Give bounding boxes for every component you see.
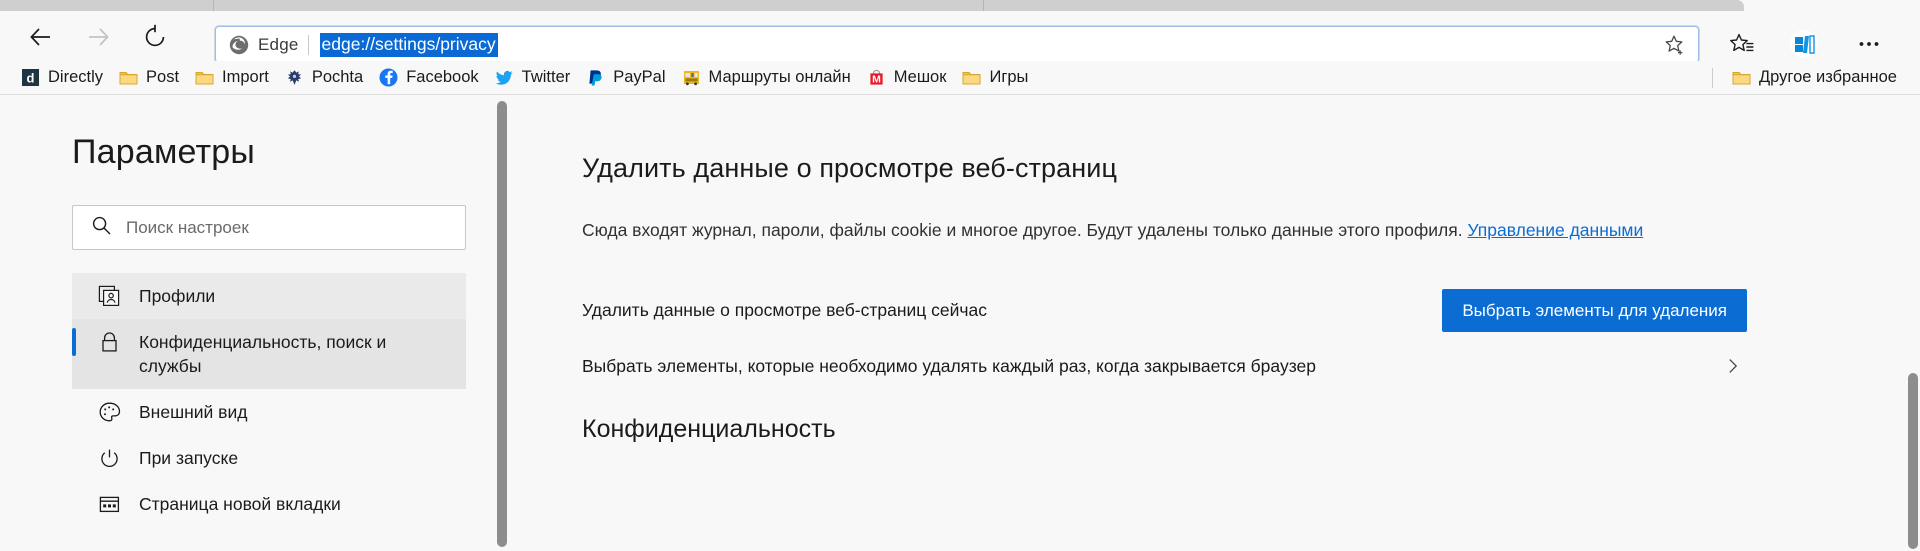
bookmarks-separator (1712, 67, 1713, 88)
refresh-arrow-icon[interactable] (138, 20, 172, 54)
row-clear-browsing-data-now: Удалить данные о просмотре веб-страниц с… (582, 287, 1747, 333)
bookmark-label: Другое избранное (1759, 68, 1897, 86)
search-icon (91, 215, 112, 241)
edge-chip: Edge (228, 34, 299, 56)
bookmark-facebook[interactable]: Facebook (372, 65, 487, 90)
paypal-icon (586, 68, 605, 87)
lock-icon (98, 331, 121, 354)
settings-nav-list: Профили Конфиденциальность, поиск и служ… (72, 273, 466, 527)
tab-separator (983, 0, 984, 11)
manage-data-link[interactable]: Управление данными (1467, 220, 1643, 240)
bookmark-label: Мешок (893, 68, 947, 86)
browser-toolbar: Edge edge://settings/privacy (0, 12, 1920, 63)
bookmark-other-favorites[interactable]: Другое избранное (1725, 65, 1906, 90)
bookmark-twitter[interactable]: Twitter (488, 65, 580, 90)
chevron-right-icon[interactable] (1719, 356, 1747, 376)
search-input[interactable]: Поиск настроек (72, 205, 466, 250)
section-heading-privacy: Конфиденциальность (582, 415, 836, 443)
bookmark-label: Маршруты онлайн (708, 68, 851, 86)
tab-strip (0, 0, 1920, 12)
choose-what-to-clear-button[interactable]: Выбрать элементы для удаления (1442, 288, 1747, 332)
omnibox-divider (307, 34, 309, 55)
description-text: Сюда входят журнал, пароли, файлы cookie… (582, 220, 1468, 240)
page-title: Параметры (72, 133, 256, 171)
bookmark-marshruty-onlayn[interactable]: Маршруты онлайн (675, 65, 860, 90)
bookmark-label: Directly (48, 68, 104, 86)
sidebar-item-label: Внешний вид (139, 402, 248, 422)
meshok-icon: M (867, 68, 886, 87)
profiles-icon (98, 285, 121, 308)
folder-icon (195, 68, 214, 87)
bookmark-meshok[interactable]: M Мешок (860, 65, 956, 90)
page-scrollbar-thumb[interactable] (1908, 373, 1918, 549)
palette-icon (98, 401, 121, 424)
sidebar-item-on-startup[interactable]: При запуске (72, 435, 466, 481)
star-add-icon[interactable] (1660, 30, 1690, 60)
newtab-icon (98, 493, 121, 516)
svg-text:d: d (27, 70, 35, 85)
row-label: Выбрать элементы, которые необходимо уда… (582, 355, 1316, 376)
tab-separator (213, 0, 214, 11)
sidebar-item-profiles[interactable]: Профили (72, 273, 466, 319)
facebook-icon (379, 68, 398, 87)
bookmark-label: Игры (989, 68, 1029, 86)
bookmarks-bar: d Directly Post Import Pochta Facebook T… (0, 61, 1920, 94)
bus-icon (682, 68, 701, 87)
back-arrow-icon[interactable] (24, 20, 58, 54)
favorites-icon[interactable] (1725, 28, 1759, 60)
sidebar-item-appearance[interactable]: Внешний вид (72, 389, 466, 435)
browser-window: Edge edge://settings/privacy d Directly … (0, 0, 1920, 551)
other-favorites-container: Другое избранное (1712, 61, 1906, 94)
pochta-eagle-icon (285, 68, 304, 87)
url-text[interactable]: edge://settings/privacy (319, 32, 498, 57)
sidebar-item-label: Конфиденциальность, поиск и службы (139, 332, 387, 376)
bookmark-post[interactable]: Post (112, 65, 188, 90)
folder-icon (962, 68, 981, 87)
tab-strip-bar[interactable] (0, 0, 1744, 11)
forward-arrow-icon (81, 20, 115, 54)
folder-icon (119, 68, 138, 87)
settings-page: Параметры Поиск настроек Профили Конфиде… (0, 95, 1920, 551)
bookmark-igry[interactable]: Игры (955, 65, 1037, 90)
edge-logo-icon (229, 35, 249, 54)
bookmark-label: Facebook (406, 68, 479, 86)
bookmark-label: PayPal (613, 68, 666, 86)
settings-main-panel: Удалить данные о просмотре веб-страниц С… (508, 95, 1908, 551)
bookmark-paypal[interactable]: PayPal (579, 65, 674, 90)
section-heading-delete-browsing-data: Удалить данные о просмотре веб-страниц (582, 153, 1118, 183)
sidebar-item-label: При запуске (139, 448, 239, 468)
folder-icon (1732, 68, 1751, 87)
collections-icon[interactable] (1787, 28, 1821, 60)
address-bar[interactable]: Edge edge://settings/privacy (215, 26, 1699, 63)
row-clear-on-close[interactable]: Выбрать элементы, которые необходимо уда… (582, 343, 1747, 389)
section-description: Сюда входят журнал, пароли, файлы cookie… (582, 215, 1747, 245)
settings-sidebar: Параметры Поиск настроек Профили Конфиде… (0, 95, 495, 551)
directly-icon: d (21, 68, 40, 87)
selected-indicator (72, 328, 76, 356)
row-label: Удалить данные о просмотре веб-страниц с… (582, 299, 988, 320)
bookmark-label: Twitter (521, 68, 571, 86)
bookmark-directly[interactable]: d Directly (14, 65, 112, 90)
bookmark-label: Import (222, 68, 269, 86)
twitter-icon (495, 68, 514, 87)
power-icon (98, 447, 121, 470)
bookmark-label: Post (146, 68, 180, 86)
sidebar-scrollbar-thumb[interactable] (497, 101, 507, 547)
sidebar-item-new-tab-page[interactable]: Страница новой вкладки (72, 481, 466, 527)
sidebar-item-privacy[interactable]: Конфиденциальность, поиск и службы (72, 319, 466, 389)
settings-more-icon[interactable] (1852, 28, 1886, 60)
bookmark-pochta[interactable]: Pochta (278, 65, 372, 90)
bookmark-import[interactable]: Import (188, 65, 278, 90)
edge-chip-label: Edge (258, 34, 299, 54)
sidebar-item-label: Профили (139, 286, 216, 306)
search-placeholder: Поиск настроек (126, 217, 249, 237)
bookmark-label: Pochta (311, 68, 364, 86)
sidebar-item-label: Страница новой вкладки (139, 494, 341, 514)
svg-text:M: M (872, 73, 881, 85)
